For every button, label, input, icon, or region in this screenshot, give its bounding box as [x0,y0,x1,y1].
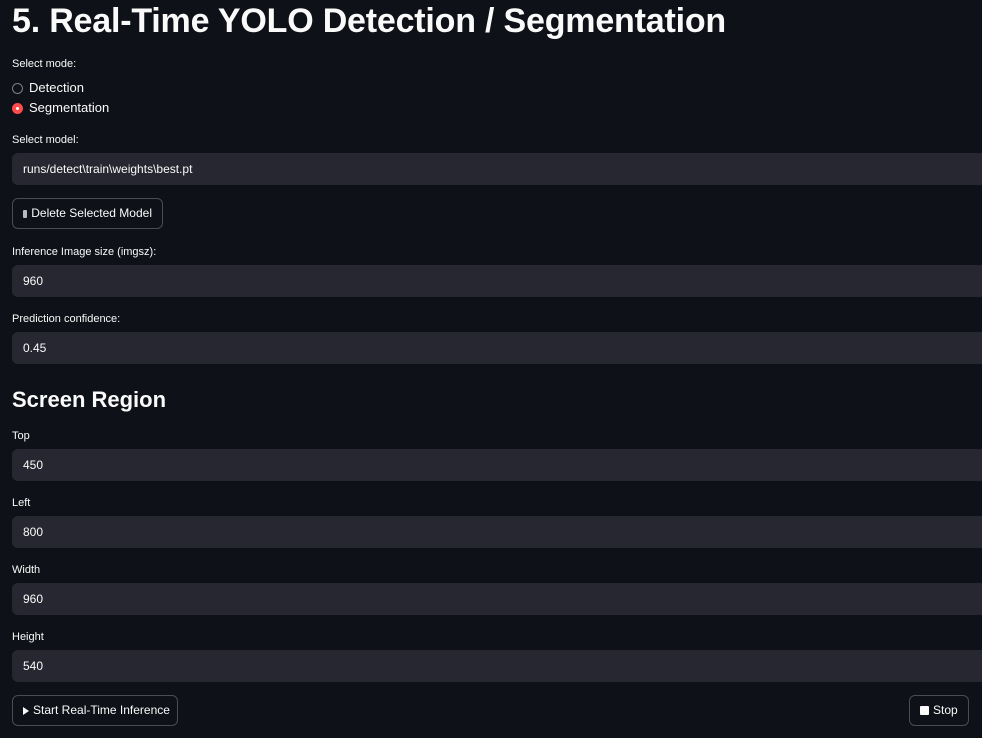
width-input[interactable]: 960 [12,583,982,615]
radio-option-detection[interactable]: Detection [12,80,84,96]
top-input[interactable]: 450 [12,449,982,481]
delete-model-button[interactable]: Delete Selected Model [12,198,163,229]
height-label: Height [12,631,44,643]
left-label: Left [12,497,31,509]
model-label: Select model: [12,134,79,146]
start-inference-label: Start Real-Time Inference [33,703,170,717]
confidence-label: Prediction confidence: [12,313,121,325]
imgsz-input[interactable]: 960 [12,265,982,297]
trash-icon [23,209,28,218]
delete-model-label: Delete Selected Model [31,206,152,220]
confidence-input[interactable]: 0.45 [12,332,982,364]
imgsz-label: Inference Image size (imgsz): [12,246,157,258]
page-title: 5. Real-Time YOLO Detection / Segmentati… [12,2,726,40]
radio-option-label: Detection [29,80,84,95]
radio-option-label: Segmentation [29,100,110,115]
stop-label: Stop [933,703,958,717]
stop-icon [920,706,929,715]
top-label: Top [12,430,30,442]
left-input[interactable]: 800 [12,516,982,548]
radio-option-segmentation[interactable]: Segmentation [12,100,109,116]
stop-button[interactable]: Stop [909,695,969,726]
mode-label: Select mode: [12,58,77,70]
width-label: Width [12,564,41,576]
height-input[interactable]: 540 [12,650,982,682]
start-inference-button[interactable]: Start Real-Time Inference [12,695,178,726]
radio-checked-icon [12,102,23,114]
play-icon [23,706,29,715]
radio-unchecked-icon [12,82,23,94]
screen-region-heading: Screen Region [12,387,167,412]
app-page: 5. Real-Time YOLO Detection / Segmentati… [0,0,982,738]
model-select[interactable]: runs/detect\train\weights\best.pt [12,153,982,185]
